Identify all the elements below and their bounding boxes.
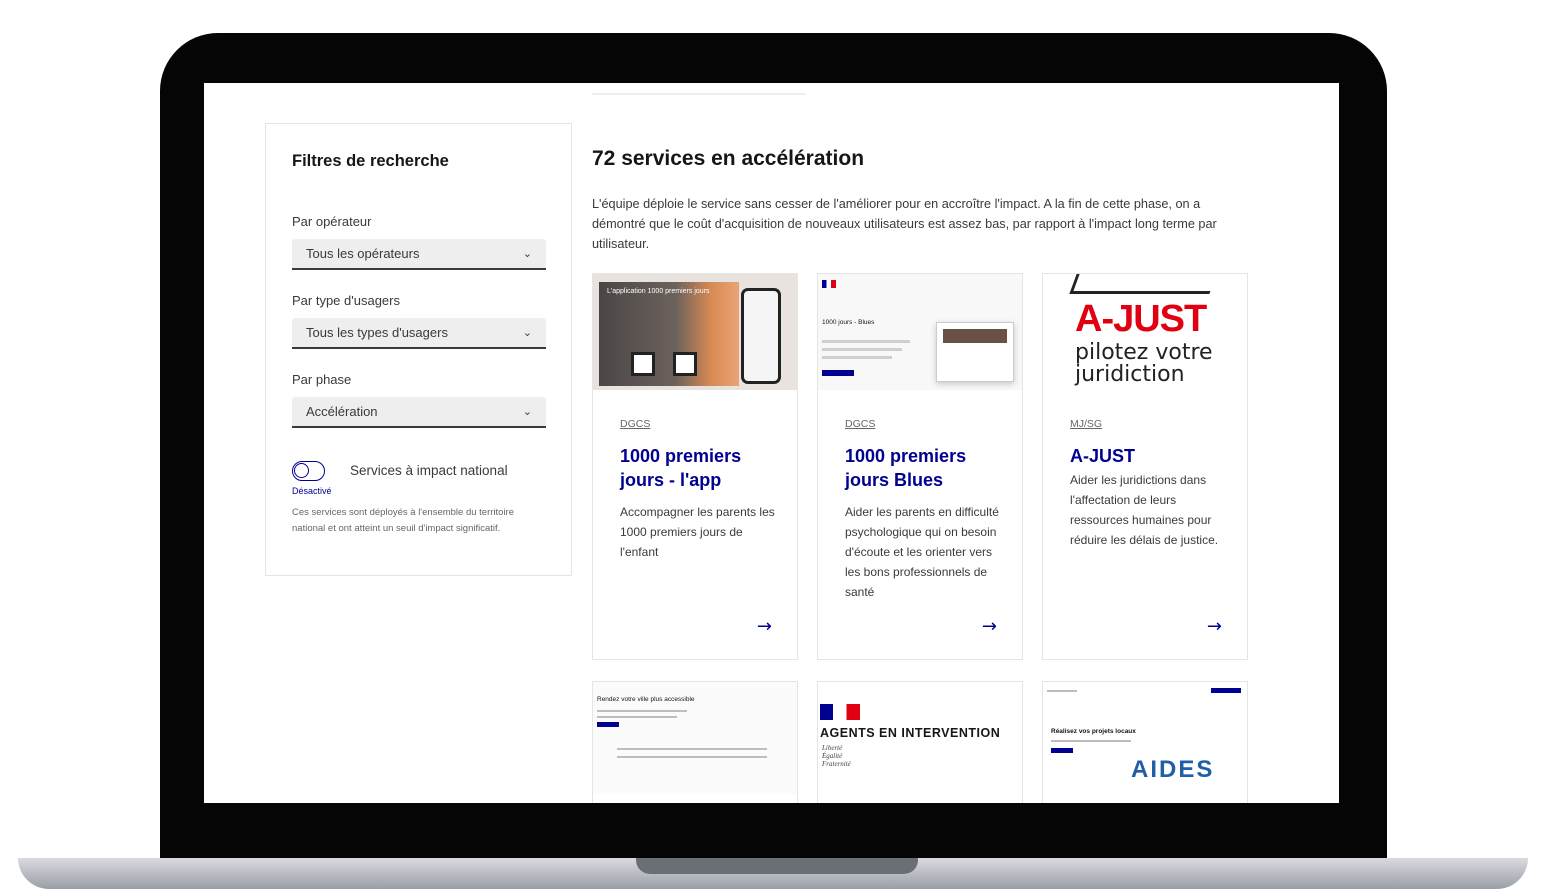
thumbnail-button xyxy=(597,722,619,727)
search-filters-panel: Filtres de recherche Par opérateur Tous … xyxy=(265,123,572,576)
card-thumbnail: Rendez votre ville plus accessible xyxy=(593,682,797,794)
stats-line xyxy=(617,756,767,758)
service-card[interactable]: 1000 jours - Blues DGCS 1000 premiers jo… xyxy=(817,273,1023,660)
card-title[interactable]: 1000 premiers jours Blues xyxy=(845,444,1005,492)
card-thumbnail: AGENTS EN INTERVENTION Liberté Égalité F… xyxy=(818,682,1022,794)
filter-operator-select[interactable]: Tous les opérateurs ⌄ xyxy=(292,239,546,270)
filter-users-select[interactable]: Tous les types d'usagers ⌄ xyxy=(292,318,546,349)
toggle-state-text: Désactivé xyxy=(292,486,332,496)
motto-egalite: Égalité xyxy=(822,752,843,760)
card-operator-link[interactable]: DGCS xyxy=(620,418,650,430)
thumbnail-button xyxy=(1051,748,1073,753)
service-card[interactable]: AGENTS EN INTERVENTION Liberté Égalité F… xyxy=(817,681,1023,803)
republic-motto: Liberté Égalité Fraternité xyxy=(822,744,851,768)
motto-liberte: Liberté xyxy=(822,744,843,752)
laptop-screen: Filtres de recherche Par opérateur Tous … xyxy=(204,83,1339,803)
arrow-right-icon[interactable]: → xyxy=(982,616,997,637)
national-impact-label: Services à impact national xyxy=(350,463,508,478)
qr-code-icon xyxy=(673,352,697,376)
motto-fraternite: Fraternité xyxy=(822,760,851,768)
card-operator-link[interactable]: MJ/SG xyxy=(1070,418,1102,430)
card-thumbnail: Réalisez vos projets locaux AIDES xyxy=(1043,682,1247,794)
aides-logo: AIDES xyxy=(1131,756,1215,783)
filter-operator-value: Tous les opérateurs xyxy=(306,246,420,261)
card-description: Aider les parents en difficulté psycholo… xyxy=(845,505,999,599)
service-card[interactable]: Réalisez vos projets locaux AIDES xyxy=(1042,681,1248,803)
filters-title: Filtres de recherche xyxy=(292,152,449,170)
ajust-logo: A-JUST xyxy=(1075,298,1207,340)
thumbnail-text: Réalisez vos projets locaux xyxy=(1051,728,1136,735)
text-line xyxy=(597,716,677,718)
filter-operator-label: Par opérateur xyxy=(292,214,372,229)
scroll-hint xyxy=(592,93,806,95)
card-operator-link[interactable]: DGCS xyxy=(845,418,875,430)
chevron-down-icon: ⌄ xyxy=(522,247,532,260)
thumbnail-text: Rendez votre ville plus accessible xyxy=(597,696,695,703)
card-title[interactable]: 1000 premiers jours - l'app xyxy=(620,444,780,492)
thumbnail-text: 1000 jours - Blues xyxy=(822,319,875,326)
national-impact-toggle[interactable] xyxy=(292,461,325,481)
arrow-right-icon[interactable]: → xyxy=(757,616,772,637)
filter-phase-select[interactable]: Accélération ⌄ xyxy=(292,397,546,428)
page-title: 72 services en accélération xyxy=(592,147,865,170)
book-logo-icon xyxy=(1069,274,1217,294)
arrow-right-icon[interactable]: → xyxy=(1207,616,1222,637)
filter-phase-value: Accélération xyxy=(306,404,378,419)
text-line xyxy=(822,348,902,351)
text-line xyxy=(822,340,910,343)
chevron-down-icon: ⌄ xyxy=(522,326,532,339)
screen-mockup xyxy=(936,322,1014,382)
card-title[interactable]: A-JUST xyxy=(1070,444,1230,468)
text-line xyxy=(1051,740,1131,742)
filter-users-label: Par type d'usagers xyxy=(292,293,400,308)
ajust-logo-subtitle: pilotez votre juridiction xyxy=(1075,340,1213,387)
toggle-knob xyxy=(294,463,309,478)
service-card[interactable]: Rendez votre ville plus accessible xyxy=(592,681,798,803)
french-flag-icon xyxy=(822,280,836,288)
card-thumbnail: 1000 jours - Blues xyxy=(818,274,1022,390)
chevron-down-icon: ⌄ xyxy=(522,405,532,418)
mockup-image xyxy=(943,329,1007,343)
card-thumbnail: L'application 1000 premiers jours xyxy=(593,274,797,390)
card-thumbnail: A-JUST pilotez votre juridiction xyxy=(1043,274,1247,390)
service-card[interactable]: L'application 1000 premiers jours DGCS 1… xyxy=(592,273,798,660)
card-description: Aider les juridictions dans l'affectatio… xyxy=(1070,473,1219,547)
text-line xyxy=(822,356,892,359)
nav-line xyxy=(1047,690,1077,692)
thumbnail-text: L'application 1000 premiers jours xyxy=(607,288,710,295)
filter-phase-label: Par phase xyxy=(292,372,352,387)
laptop-notch xyxy=(636,858,918,874)
text-line xyxy=(597,710,687,712)
page-description: L'équipe déploie le service sans cesser … xyxy=(592,197,1217,251)
nav-button xyxy=(1211,688,1241,693)
thumbnail-banner xyxy=(599,282,739,386)
toggle-help-text: Ces services sont déployés à l'ensemble … xyxy=(292,507,515,534)
thumbnail-button xyxy=(822,370,854,376)
filter-users-value: Tous les types d'usagers xyxy=(306,325,448,340)
card-description: Accompagner les parents les 1000 premier… xyxy=(620,505,775,559)
agents-logo-text: AGENTS EN INTERVENTION xyxy=(820,726,1001,740)
service-card[interactable]: A-JUST pilotez votre juridiction MJ/SG A… xyxy=(1042,273,1248,660)
marianne-flag-icon xyxy=(820,704,860,720)
stats-line xyxy=(617,748,767,750)
qr-code-icon xyxy=(631,352,655,376)
phone-mockup-icon xyxy=(741,288,781,384)
